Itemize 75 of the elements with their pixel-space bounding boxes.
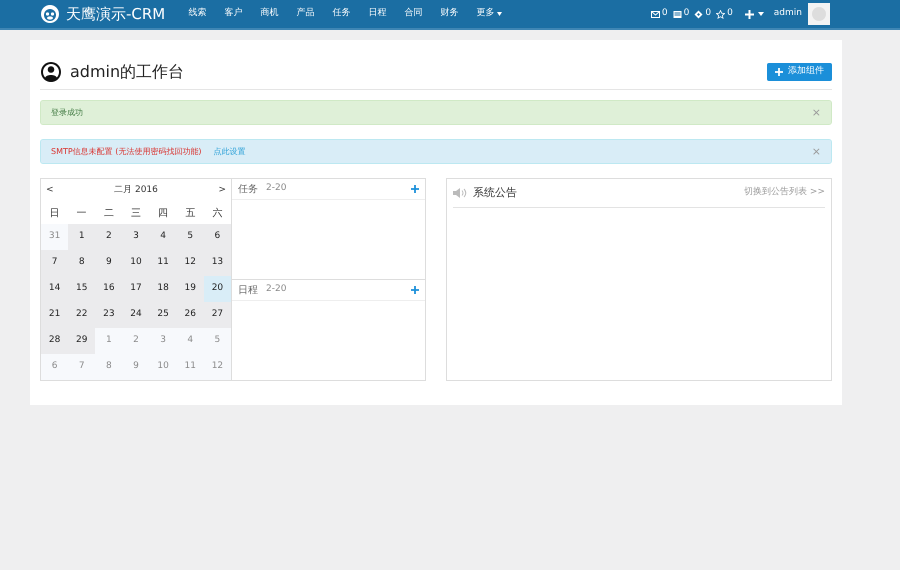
calendar-day[interactable]: 23	[95, 302, 122, 328]
user-icon	[40, 60, 62, 82]
nav-link[interactable]: 线索	[179, 7, 216, 21]
month-title: 二月 2016	[113, 184, 159, 197]
count-label: 0	[684, 7, 690, 20]
alert-message: 登录成功	[51, 106, 83, 118]
calendar-day[interactable]: 4	[150, 224, 177, 250]
calendar-day[interactable]: 29	[68, 328, 96, 354]
calendar-day[interactable]: 27	[204, 302, 231, 328]
calendar-day[interactable]: 17	[122, 276, 150, 302]
calendar-day[interactable]: 5	[176, 224, 204, 250]
weekday-label: 六	[212, 206, 222, 220]
calendar-day[interactable]: 8	[68, 250, 96, 276]
plus-icon	[775, 68, 783, 76]
brand-name[interactable]: 天鹰演示-CRM	[66, 2, 166, 26]
calendar-day[interactable]: 13	[204, 250, 231, 276]
calendar-day[interactable]: 10	[122, 250, 150, 276]
calendar-day[interactable]: 1	[68, 224, 96, 250]
calendar-day[interactable]: 3	[122, 224, 150, 250]
alert-message: SMTP信息未配置 (无法使用密码找回功能)	[51, 146, 202, 158]
calendar-day[interactable]: 15	[68, 276, 96, 302]
count-label: 0	[727, 7, 733, 20]
panel-title: 任务	[238, 182, 258, 196]
calendar-day[interactable]: 24	[122, 302, 150, 328]
weekday-label: 二	[104, 206, 114, 220]
calendar-day[interactable]: 16	[95, 276, 122, 302]
add-button[interactable]	[411, 286, 419, 294]
nav-link[interactable]: 合同	[395, 7, 432, 21]
calendar-day[interactable]: 20	[204, 276, 231, 302]
user-name[interactable]: admin	[774, 7, 802, 21]
calendar-day[interactable]: 25	[150, 302, 177, 328]
nav-link[interactable]: 商机	[251, 7, 288, 21]
previous-month-button[interactable]: <	[46, 184, 54, 198]
weekday-label: 一	[76, 206, 87, 220]
weekday-label: 三	[130, 206, 141, 220]
plus-icon[interactable]	[744, 10, 764, 18]
nav-link[interactable]: 产品	[287, 7, 324, 21]
nav-link[interactable]: 任务	[323, 7, 360, 21]
monkey-logo-icon[interactable]	[40, 4, 60, 24]
nav-link[interactable]: 客户	[215, 7, 252, 21]
page-title: admin的工作台	[70, 60, 184, 82]
star-icon[interactable]	[716, 10, 726, 18]
add-button[interactable]	[411, 185, 419, 193]
weekday-label: 四	[158, 206, 168, 220]
calendar-day[interactable]: 12	[176, 250, 204, 276]
calendar-day[interactable]: 9	[95, 250, 122, 276]
nav-link[interactable]: 日程	[359, 7, 396, 21]
calendar-day[interactable]: 22	[68, 302, 96, 328]
calendar-day[interactable]: 14	[41, 276, 68, 302]
envelope-icon[interactable]	[650, 10, 660, 18]
announcement-title: 系统公告	[473, 184, 517, 201]
diamond-icon[interactable]	[694, 10, 704, 18]
calendar-day[interactable]: 11	[150, 250, 177, 276]
nav-link[interactable]: 财务	[431, 7, 468, 21]
panel-title: 日程	[238, 284, 258, 298]
panel-date: 2-20	[266, 182, 286, 196]
caret-icon	[497, 12, 502, 16]
calendar-day[interactable]: 28	[41, 328, 68, 354]
add-widget-button[interactable]: 添加组件	[767, 62, 832, 80]
calendar-day[interactable]: 19	[176, 276, 204, 302]
weekday-label: 日	[50, 206, 60, 220]
next-month-button[interactable]: >	[218, 184, 226, 198]
nav-link[interactable]: 更多	[467, 7, 512, 21]
list-icon[interactable]	[672, 10, 682, 18]
calendar-day[interactable]: 26	[176, 302, 204, 328]
count-label: 0	[705, 7, 712, 20]
calendar-day[interactable]: 2	[95, 224, 122, 250]
calendar-day[interactable]: 6	[204, 224, 231, 250]
count-label: 0	[662, 7, 668, 20]
calendar-day[interactable]: 21	[41, 302, 68, 328]
calendar-day[interactable]: 18	[150, 276, 177, 302]
panel-date: 2-20	[266, 283, 286, 296]
weekday-label: 五	[185, 206, 196, 220]
calendar-day[interactable]: 7	[41, 250, 68, 276]
speaker-icon	[453, 188, 467, 198]
